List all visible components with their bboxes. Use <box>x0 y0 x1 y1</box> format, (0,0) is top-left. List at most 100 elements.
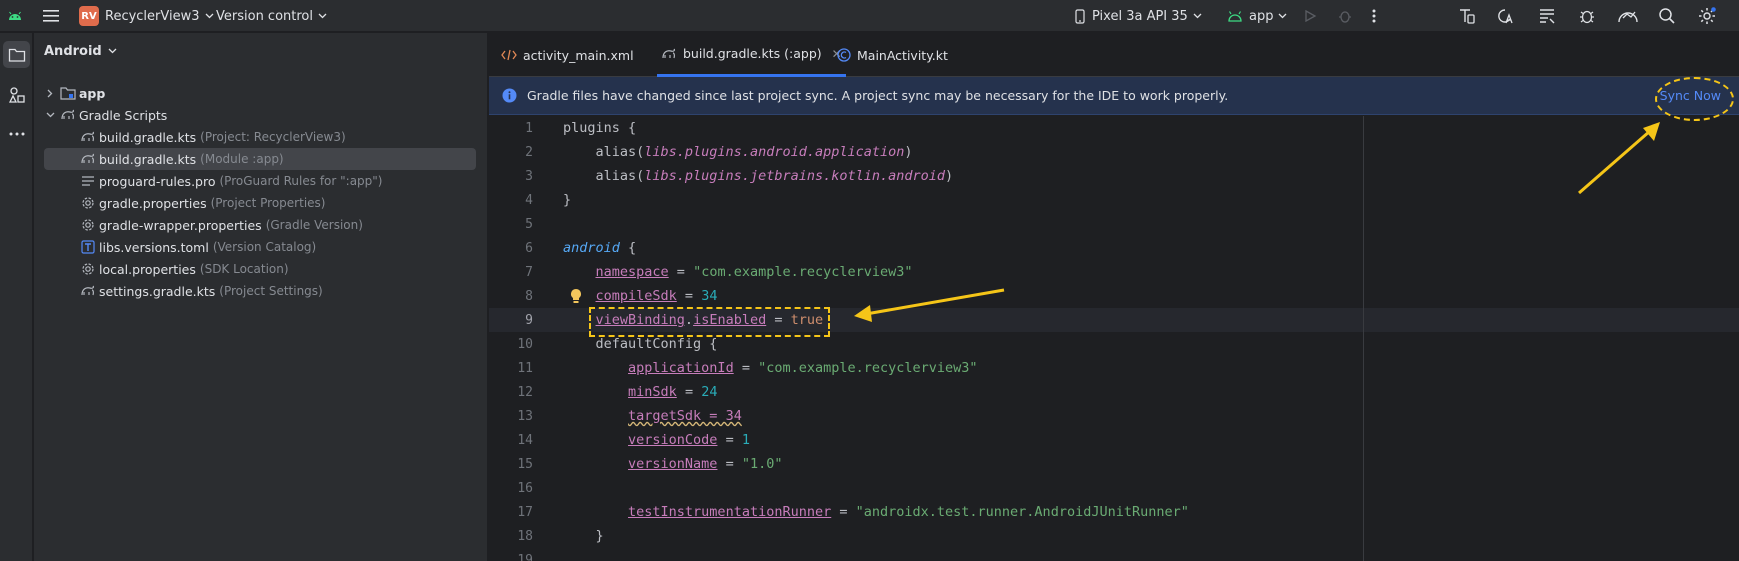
tree-item-hint: (Module :app) <box>200 152 284 166</box>
tree-item-proguard-rules[interactable]: proguard-rules.pro (ProGuard Rules for "… <box>44 170 476 192</box>
tree-item-settings-gradle[interactable]: settings.gradle.kts (Project Settings) <box>44 280 476 302</box>
code-line: 13 targetSdk = 34 <box>489 404 1739 428</box>
tab-label: build.gradle.kts (:app) <box>683 46 822 61</box>
chevron-down-icon <box>1279 13 1287 19</box>
app-inspection-button[interactable] <box>1578 0 1596 32</box>
bug-icon <box>1339 11 1351 23</box>
tree-item-label: proguard-rules.pro <box>99 173 216 189</box>
android-studio-logo <box>4 0 26 32</box>
banner-message: Gradle files have changed since last pro… <box>527 88 1229 103</box>
translations-button[interactable] <box>1496 0 1514 32</box>
debug-button[interactable] <box>1337 0 1353 32</box>
code-line: 7 namespace = "com.example.recyclerview3… <box>489 260 1739 284</box>
tree-item-libs-versions-toml[interactable]: libs.versions.toml (Version Catalog) <box>44 236 476 258</box>
line-number: 6 <box>525 240 533 256</box>
code-line: 18 } <box>489 524 1739 548</box>
xml-file-icon <box>501 49 517 61</box>
line-number: 1 <box>525 120 533 136</box>
gradle-icon <box>80 151 96 167</box>
tree-item-label: build.gradle.kts <box>99 129 197 145</box>
project-view-selector[interactable]: Android <box>44 39 117 63</box>
run-button[interactable] <box>1303 0 1317 32</box>
line-number: 18 <box>517 528 533 544</box>
code-text: versionCode = 1 <box>628 432 750 448</box>
code-line: 11 applicationId = "com.example.recycler… <box>489 356 1739 380</box>
tree-item-local-properties[interactable]: local.properties (SDK Location) <box>44 258 476 280</box>
line-number: 3 <box>525 168 533 184</box>
kotlin-class-icon <box>837 48 851 62</box>
tree-item-build-gradle-project[interactable]: build.gradle.kts (Project: RecyclerView3… <box>44 126 476 148</box>
main-menu-button[interactable] <box>40 0 62 32</box>
tab-label: activity_main.xml <box>523 47 634 63</box>
gear-icon <box>80 195 96 211</box>
run-config-selector[interactable]: app <box>1227 0 1287 32</box>
code-line: 5 <box>489 212 1739 236</box>
chevron-down-icon[interactable] <box>44 112 56 118</box>
code-text: android { <box>563 240 637 256</box>
run-config-name: app <box>1249 8 1274 24</box>
tree-item-hint: (ProGuard Rules for ":app") <box>219 174 383 188</box>
tree-item-hint: (Project Properties) <box>210 196 326 210</box>
line-number: 4 <box>525 192 533 208</box>
gradle-icon <box>80 129 96 145</box>
code-line: 2 alias(libs.plugins.android.application… <box>489 140 1739 164</box>
tab-build-gradle-app[interactable]: build.gradle.kts (:app) ✕ <box>657 33 846 77</box>
line-number: 2 <box>525 144 533 160</box>
gradle-icon <box>661 47 677 61</box>
code-line: 17 testInstrumentationRunner = "androidx… <box>489 500 1739 524</box>
chevron-right-icon[interactable] <box>44 89 56 98</box>
gear-icon <box>80 261 96 277</box>
version-control-label: Version control <box>216 8 313 24</box>
sdk-manager-button[interactable] <box>1617 0 1639 32</box>
more-actions-button[interactable] <box>1372 0 1376 32</box>
android-sdk-icon <box>1618 11 1638 23</box>
code-text: alias(libs.plugins.android.application) <box>563 144 913 160</box>
code-text: compileSdk = 34 <box>595 288 718 304</box>
resource-manager-button[interactable] <box>3 81 30 108</box>
code-line: 15 versionName = "1.0" <box>489 452 1739 476</box>
tree-item-label: gradle-wrapper.properties <box>99 217 262 233</box>
tree-item-hint: (Project: RecyclerView3) <box>200 130 346 144</box>
code-line: 12 minSdk = 24 <box>489 380 1739 404</box>
tab-main-activity-kt[interactable]: MainActivity.kt <box>837 33 948 77</box>
tree-item-label: libs.versions.toml <box>99 239 209 255</box>
layout-inspector-button[interactable] <box>1458 0 1476 32</box>
device-selector[interactable]: Pixel 3a API 35 <box>1074 0 1202 32</box>
hamburger-icon <box>43 10 59 22</box>
tree-item-app[interactable]: app <box>44 82 476 104</box>
settings-button[interactable] <box>1697 0 1717 32</box>
project-badge: RV <box>79 6 99 26</box>
more-tool-windows-button[interactable] <box>3 120 30 147</box>
toml-file-icon <box>80 239 96 255</box>
more-horizontal-icon <box>9 132 24 135</box>
line-number: 7 <box>525 264 533 280</box>
line-number: 15 <box>517 456 533 472</box>
code-editor[interactable]: 1 plugins { 2 alias(libs.plugins.android… <box>489 116 1739 561</box>
search-button[interactable] <box>1658 0 1676 32</box>
tree-item-gradle-scripts[interactable]: Gradle Scripts <box>44 104 476 126</box>
code-text: plugins { <box>563 120 637 136</box>
play-icon <box>1305 9 1317 23</box>
line-number: 17 <box>517 504 533 520</box>
tree-item-gradle-wrapper-properties[interactable]: gradle-wrapper.properties (Gradle Versio… <box>44 214 476 236</box>
code-text: testInstrumentationRunner = "androidx.te… <box>628 504 1189 520</box>
tree-item-hint: (Version Catalog) <box>212 240 317 254</box>
line-number: 16 <box>517 480 533 496</box>
android-module-icon <box>1228 11 1242 22</box>
code-text: minSdk = 24 <box>628 384 718 400</box>
project-tool-button[interactable] <box>3 41 30 68</box>
logcat-button[interactable] <box>1538 0 1556 32</box>
tree-item-build-gradle-module[interactable]: build.gradle.kts (Module :app) <box>44 148 476 170</box>
shapes-icon <box>8 86 25 103</box>
line-number: 14 <box>517 432 533 448</box>
logcat-icon <box>1540 9 1555 24</box>
version-control-menu[interactable]: Version control <box>216 0 327 32</box>
gear-icon <box>80 217 96 233</box>
project-selector[interactable]: RV RecyclerView3 <box>79 0 214 32</box>
tab-activity-main-xml[interactable]: activity_main.xml <box>501 33 634 77</box>
tree-item-hint: (Gradle Version) <box>265 218 363 232</box>
project-view-mode: Android <box>44 43 102 59</box>
line-number: 13 <box>517 408 533 424</box>
tree-item-gradle-properties[interactable]: gradle.properties (Project Properties) <box>44 192 476 214</box>
code-line: 16 <box>489 476 1739 500</box>
